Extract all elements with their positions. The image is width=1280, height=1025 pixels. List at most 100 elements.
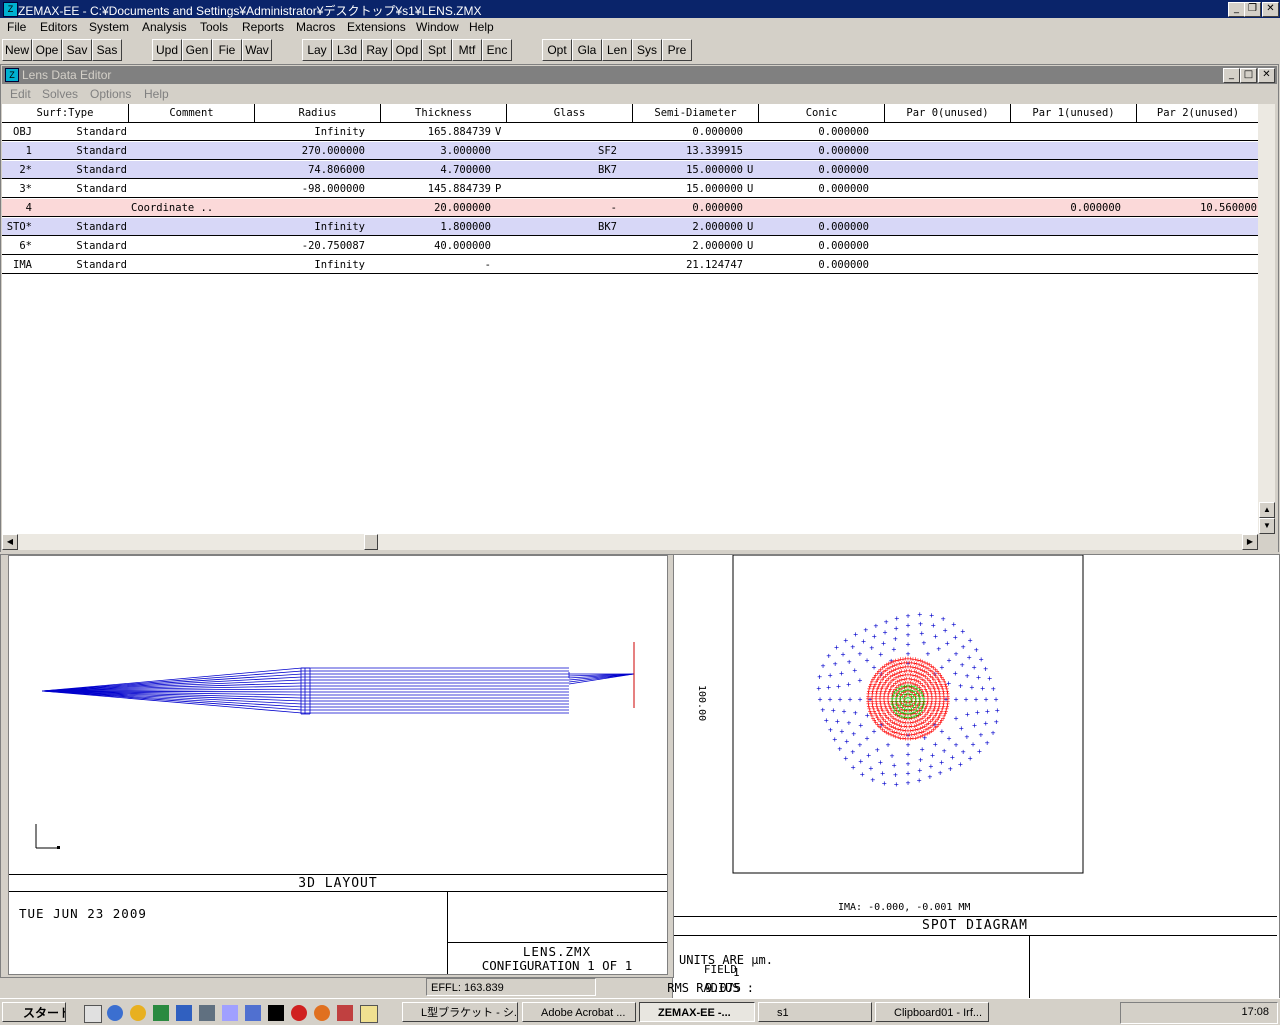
col-header-par0[interactable]: Par 0(unused) bbox=[885, 104, 1011, 123]
cell-comment[interactable] bbox=[129, 123, 256, 141]
cell-p2[interactable] bbox=[1137, 256, 1259, 274]
col-header-semi-diameter[interactable]: Semi-Diameter bbox=[633, 104, 759, 123]
cell-cflag[interactable] bbox=[871, 237, 886, 255]
cell-type[interactable]: Standard bbox=[34, 218, 130, 236]
cell-sflag[interactable]: U bbox=[745, 218, 760, 236]
cell-p0[interactable] bbox=[885, 256, 998, 274]
cell-tflag[interactable] bbox=[493, 161, 508, 179]
cell-p1f[interactable] bbox=[1123, 161, 1138, 179]
cell-semi[interactable]: 15.000000 bbox=[633, 161, 746, 179]
cell-p2[interactable] bbox=[1137, 218, 1259, 236]
task-clipboard[interactable]: Clipboard01 - Irf... bbox=[875, 1002, 989, 1022]
cell-comment[interactable] bbox=[129, 142, 256, 160]
cell-surf[interactable]: OBJ bbox=[2, 123, 35, 141]
cell-sflag[interactable]: U bbox=[745, 180, 760, 198]
cell-cflag[interactable] bbox=[871, 123, 886, 141]
cell-glass[interactable] bbox=[507, 256, 620, 274]
cell-p0f[interactable] bbox=[997, 199, 1012, 217]
cmd-icon[interactable] bbox=[268, 1005, 284, 1021]
editor-menu-help[interactable]: Help bbox=[144, 87, 169, 101]
editor-menu-edit[interactable]: Edit bbox=[10, 87, 31, 101]
cell-type[interactable]: Standard bbox=[34, 142, 130, 160]
editor-horizontal-scrollbar[interactable]: ◀ ▶ bbox=[2, 534, 1258, 550]
cell-p1[interactable] bbox=[1011, 180, 1124, 198]
cell-surf[interactable]: 3* bbox=[2, 180, 35, 198]
task-acrobat[interactable]: Adobe Acrobat ... bbox=[522, 1002, 636, 1022]
cell-glass[interactable]: BK7 bbox=[507, 161, 620, 179]
cell-gflag[interactable] bbox=[619, 161, 634, 179]
editor-maximize-button[interactable]: □ bbox=[1240, 68, 1257, 83]
cell-cflag[interactable] bbox=[871, 180, 886, 198]
cell-p2[interactable] bbox=[1137, 180, 1259, 198]
cell-radius[interactable]: 74.806000 bbox=[255, 161, 368, 179]
desktop-icon[interactable] bbox=[84, 1005, 102, 1023]
tb-lens-button[interactable]: Len bbox=[602, 39, 632, 61]
tb-mtf-button[interactable]: Mtf bbox=[452, 39, 482, 61]
cell-glass[interactable]: SF2 bbox=[507, 142, 620, 160]
cell-gflag[interactable] bbox=[619, 123, 634, 141]
start-button[interactable]: スタート bbox=[2, 1002, 66, 1022]
tb-field-button[interactable]: Fie bbox=[212, 39, 242, 61]
note-icon[interactable] bbox=[360, 1005, 378, 1023]
cell-gflag[interactable] bbox=[619, 142, 634, 160]
cell-surf[interactable]: 1 bbox=[2, 142, 35, 160]
cell-comment[interactable] bbox=[129, 256, 256, 274]
scroll-up-icon[interactable]: ▲ bbox=[1259, 502, 1275, 518]
cell-p1f[interactable] bbox=[1123, 237, 1138, 255]
tb-update-button[interactable]: Upd bbox=[152, 39, 182, 61]
cell-conic[interactable]: 0.000000 bbox=[759, 180, 872, 198]
col-header-glass[interactable]: Glass bbox=[507, 104, 633, 123]
col-header-radius[interactable]: Radius bbox=[255, 104, 381, 123]
menu-help[interactable]: Help bbox=[469, 20, 494, 34]
cell-conic[interactable]: 0.000000 bbox=[759, 142, 872, 160]
explorer-icon[interactable] bbox=[245, 1005, 261, 1021]
cell-p0[interactable] bbox=[885, 161, 998, 179]
cell-p1f[interactable] bbox=[1123, 180, 1138, 198]
cell-p0f[interactable] bbox=[997, 142, 1012, 160]
cell-type[interactable]: Standard bbox=[34, 123, 130, 141]
menu-system[interactable]: System bbox=[89, 20, 129, 34]
cell-p1[interactable] bbox=[1011, 218, 1124, 236]
cell-rflag[interactable] bbox=[367, 256, 382, 274]
cell-surf[interactable]: 6* bbox=[2, 237, 35, 255]
ie-icon[interactable] bbox=[107, 1005, 123, 1021]
cell-p0[interactable] bbox=[885, 218, 998, 236]
cell-sflag[interactable] bbox=[745, 199, 760, 217]
close-button[interactable]: ✕ bbox=[1262, 2, 1279, 17]
cell-gflag[interactable] bbox=[619, 199, 634, 217]
cell-tflag[interactable] bbox=[493, 199, 508, 217]
scroll-down-icon[interactable]: ▼ bbox=[1259, 518, 1275, 534]
cell-p1[interactable] bbox=[1011, 123, 1124, 141]
cell-conic[interactable]: 0.000000 bbox=[759, 218, 872, 236]
cell-surf[interactable]: IMA bbox=[2, 256, 35, 274]
cell-p2[interactable] bbox=[1137, 123, 1259, 141]
cell-tflag[interactable]: V bbox=[493, 123, 508, 141]
tb-layout-button[interactable]: Lay bbox=[302, 39, 332, 61]
cell-gflag[interactable] bbox=[619, 237, 634, 255]
minimize-button[interactable]: _ bbox=[1228, 2, 1245, 17]
cell-radius[interactable]: -98.000000 bbox=[255, 180, 368, 198]
menu-file[interactable]: File bbox=[7, 20, 26, 34]
cell-conic[interactable]: 0.000000 bbox=[759, 237, 872, 255]
menu-tools[interactable]: Tools bbox=[200, 20, 228, 34]
tb-open-button[interactable]: Ope bbox=[32, 39, 62, 61]
cell-glass[interactable]: BK7 bbox=[507, 218, 620, 236]
tb-ray-button[interactable]: Ray bbox=[362, 39, 392, 61]
cell-radius[interactable]: Infinity bbox=[255, 218, 368, 236]
cell-p1f[interactable] bbox=[1123, 218, 1138, 236]
cell-thickness[interactable]: 3.000000 bbox=[381, 142, 494, 160]
cell-sflag[interactable]: U bbox=[745, 237, 760, 255]
cell-semi[interactable]: 15.000000 bbox=[633, 180, 746, 198]
cell-p1f[interactable] bbox=[1123, 199, 1138, 217]
cell-conic[interactable] bbox=[759, 199, 872, 217]
task-bracket[interactable]: L型ブラケット - シ... bbox=[402, 1002, 518, 1022]
tb-opd-button[interactable]: Opd bbox=[392, 39, 422, 61]
tool-icon[interactable] bbox=[337, 1005, 353, 1021]
cell-thickness[interactable]: 145.884739 bbox=[381, 180, 494, 198]
cell-rflag[interactable] bbox=[367, 199, 382, 217]
col-header-conic[interactable]: Conic bbox=[759, 104, 885, 123]
col-header-par1[interactable]: Par 1(unused) bbox=[1011, 104, 1137, 123]
tb-enc-button[interactable]: Enc bbox=[482, 39, 512, 61]
cell-p0[interactable] bbox=[885, 180, 998, 198]
firefox-icon[interactable] bbox=[314, 1005, 330, 1021]
